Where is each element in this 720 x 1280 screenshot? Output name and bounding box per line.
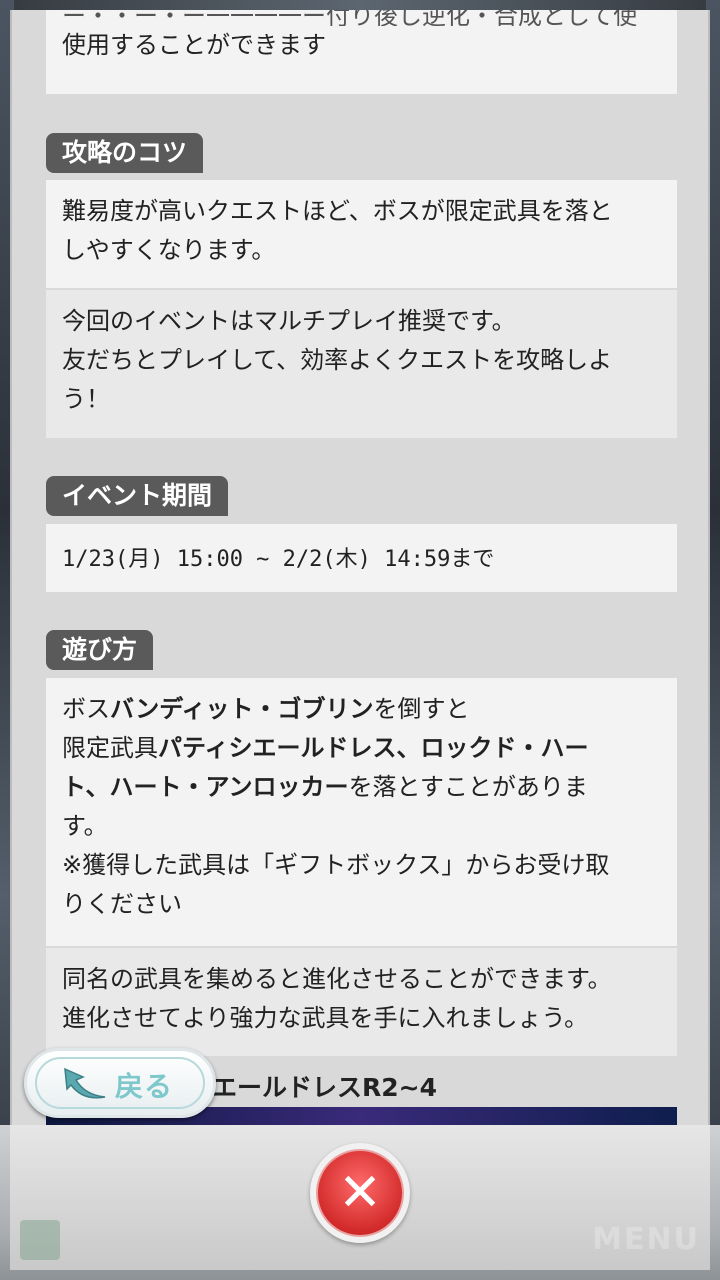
howto-line-4: す。 [62,812,108,840]
tips-block-2-line-3: う！ [62,385,110,413]
tips-block-2-line-2: 友だちとプレイして、効率よくクエストを攻略しよ [62,346,613,374]
howto-line-1: ボスバンディット・ゴブリンを倒すと [62,695,470,723]
tips-block-2-line-1: 今回のイベントはマルチプレイ推奨です。 [62,307,516,335]
tips-block-2: 今回のイベントはマルチプレイ推奨です。 友だちとプレイして、効率よくクエストを攻… [46,290,677,438]
howto-section-label: 遊び方 [46,630,154,670]
howto-line-6: りください [62,890,182,918]
howto-block-1: ボスバンディット・ゴブリンを倒すと 限定武具パティシエールドレス、ロックド・ハー… [46,678,677,946]
tips-section-label: 攻略のコツ [46,133,204,173]
weapon-sub-heading: エールドレスR2~4 [212,1073,437,1102]
period-section-label: イベント期間 [46,476,229,516]
top-fragment-text: 使用することができます [62,31,326,59]
howto-block-2: 同名の武具を集めると進化させることができます。 進化させてより強力な武具を手に入… [46,948,677,1056]
howto-line-2: 限定武具パティシエールドレス、ロックド・ハー [62,734,589,762]
back-button[interactable]: 戻る [24,1048,216,1118]
top-fragment-partial: ー・・ー・ー一一一一ー付り後し逆化・合成として使 [62,10,638,26]
howto-block-2-line-1: 同名の武具を集めると進化させることができます。 [62,965,612,993]
event-info-modal[interactable]: ー・・ー・ー一一一一ー付り後し逆化・合成として使 使用することができます 攻略の… [10,10,710,1125]
tips-block-1-line-1: 難易度が高いクエストほど、ボスが限定武具を落と [62,197,613,225]
tips-block-1: 難易度が高いクエストほど、ボスが限定武具を落と しやすくなります。 [46,180,677,288]
close-button[interactable]: ✕ [310,1143,410,1243]
period-block: 1/23(月) 15:00 ~ 2/2(木) 14:59まで [46,524,677,592]
top-fragment-block: ー・・ー・ー一一一一ー付り後し逆化・合成として使 使用することができます [46,10,677,94]
howto-line-3: ト、ハート・アンロッカーを落とすことがありま [62,773,588,801]
howto-block-2-line-2: 進化させてより強力な武具を手に入れましょう。 [62,1004,589,1032]
chat-icon [20,1220,60,1260]
tips-block-1-line-2: しやすくなります。 [62,236,276,264]
period-text: 1/23(月) 15:00 ~ 2/2(木) 14:59まで [62,547,495,572]
back-arrow-icon [64,1067,106,1099]
howto-line-5: ※獲得した武具は「ギフトボックス」からお受け取 [62,851,610,879]
back-button-label: 戻る [115,1070,174,1103]
close-icon: ✕ [338,1163,382,1223]
menu-ghost-label: MENU [592,1222,700,1257]
